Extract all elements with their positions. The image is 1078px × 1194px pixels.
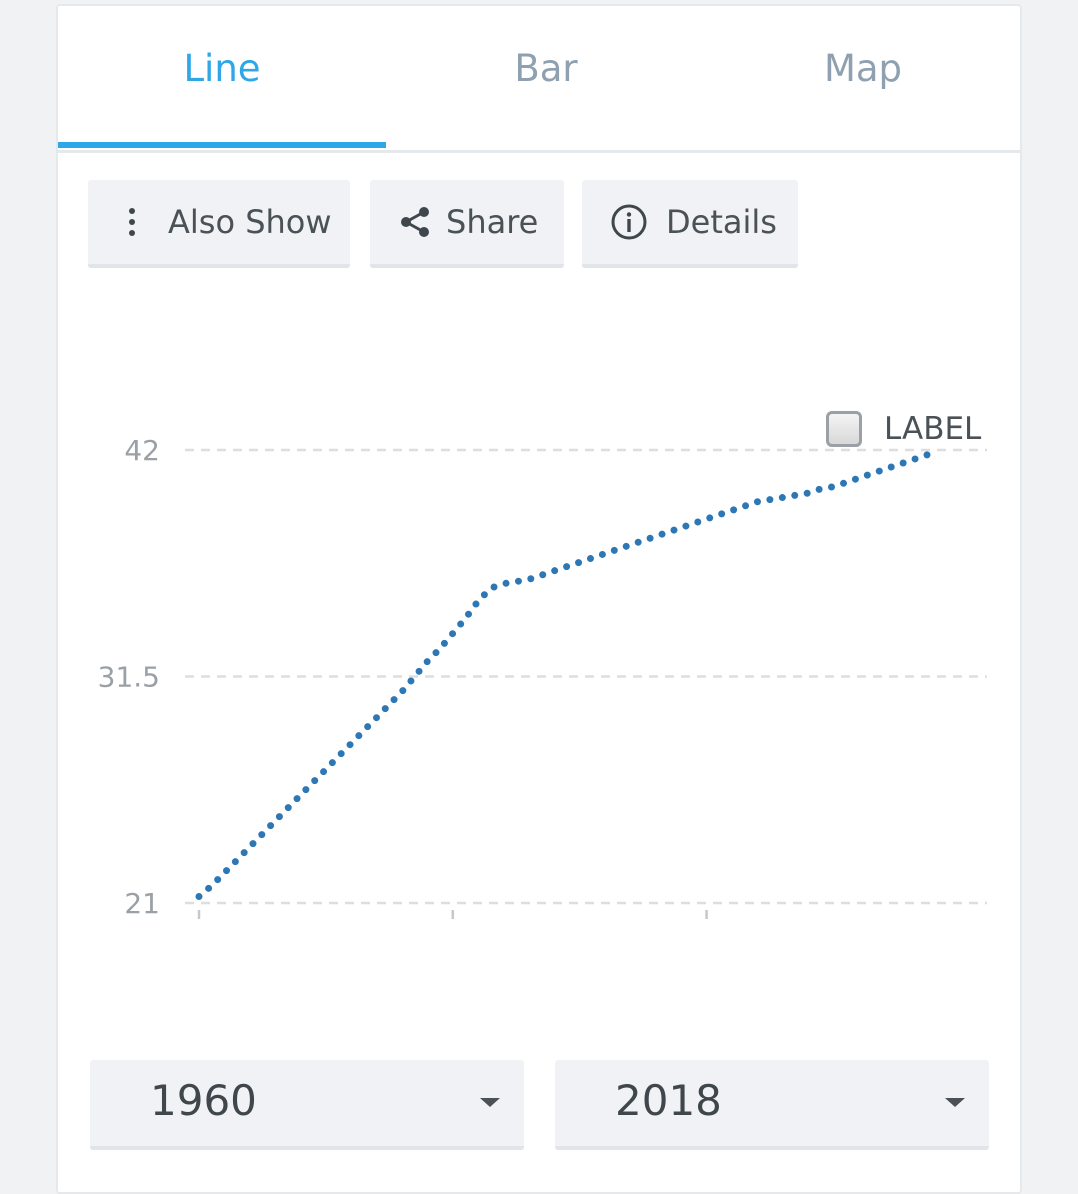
- start-year-value: 1960: [150, 1076, 257, 1125]
- line-chart: 42 31.5 21: [58, 296, 1020, 976]
- end-year-value: 2018: [615, 1076, 722, 1125]
- series-line: [199, 452, 935, 896]
- chart-svg: 42 31.5 21: [2, 2, 1078, 1179]
- chevron-down-icon: [480, 1098, 500, 1107]
- y-tick-label: 21: [124, 887, 160, 920]
- legend-toggle[interactable]: LABEL: [826, 404, 981, 454]
- start-year-select[interactable]: 1960: [90, 1060, 524, 1150]
- y-tick-label: 31.5: [98, 661, 160, 694]
- y-tick-label: 42: [124, 434, 160, 467]
- legend-checkbox[interactable]: [826, 411, 862, 447]
- chart-card: Line Bar Map Also Show Share Detail: [56, 4, 1022, 1194]
- legend-label: LABEL: [884, 411, 981, 447]
- end-year-select[interactable]: 2018: [555, 1060, 989, 1150]
- chevron-down-icon: [945, 1098, 965, 1107]
